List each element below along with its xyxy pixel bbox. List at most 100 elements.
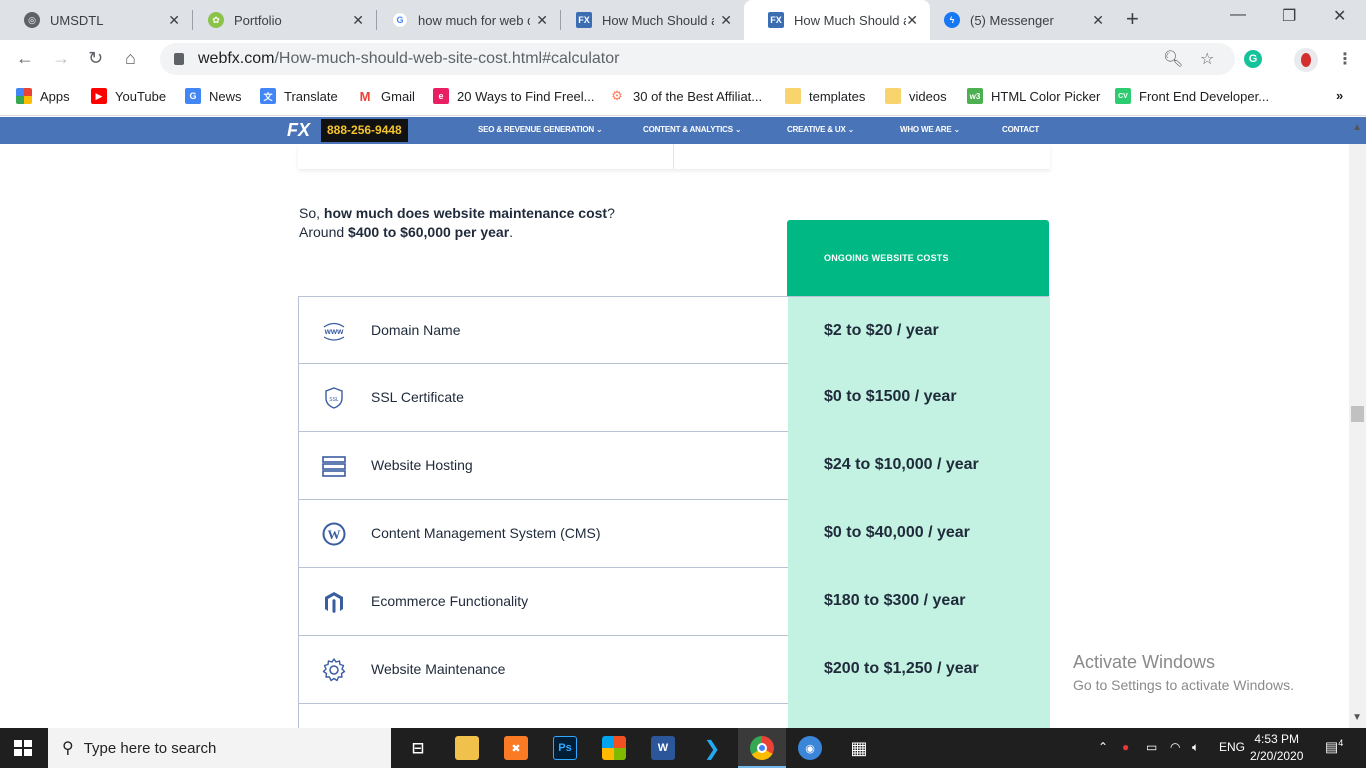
scrollbar-thumb[interactable]	[1351, 406, 1364, 422]
intro-text: .	[509, 224, 514, 240]
nav-label: CONTACT	[1002, 125, 1040, 134]
tab-messenger[interactable]: ϟ (5) Messenger ✕	[920, 0, 1116, 40]
address-bar[interactable]: webfx.com/How-much-should-web-site-cost.…	[160, 43, 1235, 75]
page-scrollbar[interactable]	[1349, 144, 1366, 728]
tab-title: How Much Should a	[602, 12, 714, 28]
scroll-down-arrow-icon[interactable]: ▼	[1352, 712, 1362, 723]
lock-icon	[174, 53, 184, 65]
folder-icon	[885, 88, 901, 104]
tab-google-search[interactable]: G how much for web d ✕	[368, 0, 560, 40]
tab-title: UMSDTL	[50, 12, 104, 28]
bookmark-translate[interactable]: 文 Translate	[260, 88, 338, 104]
chrome-icon[interactable]	[750, 736, 774, 760]
scroll-up-arrow-icon[interactable]: ▲	[1352, 122, 1362, 133]
close-icon[interactable]: ✕	[536, 12, 548, 29]
maintenance-cost-intro: So, how much does website maintenance co…	[299, 204, 615, 242]
table-row: W Content Management System (CMS) $0 to …	[298, 499, 1050, 568]
bookmark-star-icon[interactable]: ☆	[1200, 49, 1214, 69]
nav-label: SEO & REVENUE GENERATION	[478, 125, 594, 134]
cost-item-value: $24 to $10,000 / year	[788, 431, 1050, 500]
nav-seo-revenue[interactable]: SEO & REVENUE GENERATION ⌄	[478, 125, 603, 134]
notification-count: 4	[1338, 738, 1344, 748]
nav-label: WHO WE ARE	[900, 125, 952, 134]
tab-webfx-1[interactable]: FX How Much Should a ✕	[552, 0, 744, 40]
table-row: www Domain Name $2 to $20 / year	[298, 296, 1050, 365]
language-indicator[interactable]: ENG	[1219, 740, 1245, 754]
task-view-icon[interactable]: ⊟	[406, 736, 430, 760]
chevron-down-icon: ⌄	[847, 125, 855, 134]
close-icon[interactable]: ✕	[906, 12, 918, 29]
zoom-search-icon[interactable]: 🔍︎	[1163, 49, 1183, 69]
tab-webfx-active[interactable]: FX How Much Should a ✕	[744, 0, 930, 40]
bookmarks-bar: Apps ▶ YouTube G News 文 Translate M Gmai…	[0, 78, 1366, 116]
nav-content-analytics[interactable]: CONTENT & ANALYTICS ⌄	[643, 125, 742, 134]
new-tab-plus-icon[interactable]: +	[1126, 6, 1139, 32]
bookmark-apps[interactable]: Apps	[16, 88, 70, 104]
minimize-icon[interactable]: —	[1230, 6, 1246, 24]
table-row: Website Hosting $24 to $10,000 / year	[298, 431, 1050, 500]
cost-item-name: SSL Certificate	[371, 389, 464, 405]
gear-icon	[321, 657, 347, 683]
profile-avatar[interactable]	[1294, 48, 1318, 72]
bookmark-label: videos	[909, 88, 947, 104]
cost-item-value: $200 to $1,250 / year	[788, 635, 1050, 704]
battery-icon[interactable]: ▭	[1146, 740, 1157, 754]
bookmark-front-end-developer[interactable]: CV Front End Developer...	[1115, 88, 1269, 104]
start-tile	[24, 749, 32, 756]
start-tile	[14, 740, 22, 747]
bookmark-gmail[interactable]: M Gmail	[357, 88, 415, 104]
bookmark-label: Gmail	[381, 88, 415, 104]
nav-contact[interactable]: CONTACT	[1002, 125, 1039, 134]
calculator-icon[interactable]: ▦	[847, 736, 871, 760]
taskbar-search-box[interactable]: ⚲ Type here to search	[48, 728, 391, 768]
tab-title: Portfolio	[234, 12, 282, 28]
close-icon[interactable]: ✕	[352, 12, 364, 29]
bookmark-youtube[interactable]: ▶ YouTube	[91, 88, 166, 104]
globe-icon: ◎	[24, 12, 40, 28]
file-explorer-icon[interactable]	[455, 736, 479, 760]
nav-creative-ux[interactable]: CREATIVE & UX ⌄	[787, 125, 854, 134]
phone-number[interactable]: 888-256-9448	[321, 119, 408, 142]
wifi-icon[interactable]: ◠	[1170, 740, 1180, 754]
reload-icon[interactable]: ↻	[88, 48, 103, 69]
window-close-icon[interactable]: ✕	[1333, 6, 1346, 26]
windows-start-icon[interactable]	[14, 740, 32, 756]
menu-kebab-icon[interactable]: ⋮	[1337, 49, 1353, 69]
bookmark-label: templates	[809, 88, 866, 104]
back-arrow-icon[interactable]: ←	[16, 48, 34, 69]
close-icon[interactable]: ✕	[720, 12, 732, 29]
bookmark-html-color-picker[interactable]: w3 HTML Color Picker	[967, 88, 1100, 104]
taskbar-clock[interactable]: 4:53 PM 2/20/2020	[1250, 731, 1303, 765]
photoshop-icon[interactable]: Ps	[553, 736, 577, 760]
previous-section-card	[298, 144, 1050, 169]
tab-portfolio[interactable]: ✿ Portfolio ✕	[184, 0, 376, 40]
notifications-icon[interactable]: ▤4	[1325, 738, 1343, 756]
chevron-down-icon: ⌄	[734, 125, 742, 134]
volume-icon[interactable]: 🔈︎	[1192, 740, 1199, 755]
close-icon[interactable]: ✕	[168, 12, 180, 29]
webfx-icon: FX	[768, 12, 784, 28]
home-icon[interactable]: ⌂	[125, 48, 136, 69]
bookmark-templates-folder[interactable]: templates	[785, 88, 865, 104]
close-icon[interactable]: ✕	[1092, 12, 1104, 29]
bookmark-news[interactable]: G News	[185, 88, 242, 104]
vpn-shield-icon[interactable]: ◉	[798, 736, 822, 760]
tray-antivirus-icon[interactable]: ●	[1122, 740, 1129, 754]
tab-umsdtl[interactable]: ◎ UMSDTL ✕	[0, 0, 192, 40]
bookmark-affiliate-article[interactable]: ⚙ 30 of the Best Affiliat...	[609, 88, 762, 104]
nav-who-we-are[interactable]: WHO WE ARE ⌄	[900, 125, 960, 134]
activate-windows-watermark: Activate Windows Go to Settings to activ…	[1073, 652, 1294, 693]
more-bookmarks-chevron-icon[interactable]: »	[1336, 88, 1343, 103]
maximize-icon[interactable]: ❐	[1282, 6, 1296, 26]
forward-arrow-icon[interactable]: →	[52, 48, 70, 69]
fx-logo[interactable]: FX	[287, 120, 310, 141]
tray-chevron-up-icon[interactable]: ⌃	[1098, 740, 1108, 754]
app-grid-icon[interactable]	[602, 736, 626, 760]
word-icon[interactable]: W	[651, 736, 675, 760]
grammarly-icon[interactable]: G	[1244, 50, 1262, 68]
vscode-icon[interactable]: ❯	[700, 736, 724, 760]
bookmark-freelance-article[interactable]: e 20 Ways to Find Freel...	[433, 88, 595, 104]
chevron-down-icon: ⌄	[596, 125, 603, 134]
xampp-icon[interactable]: ✖	[504, 736, 528, 760]
bookmark-videos-folder[interactable]: videos	[885, 88, 947, 104]
